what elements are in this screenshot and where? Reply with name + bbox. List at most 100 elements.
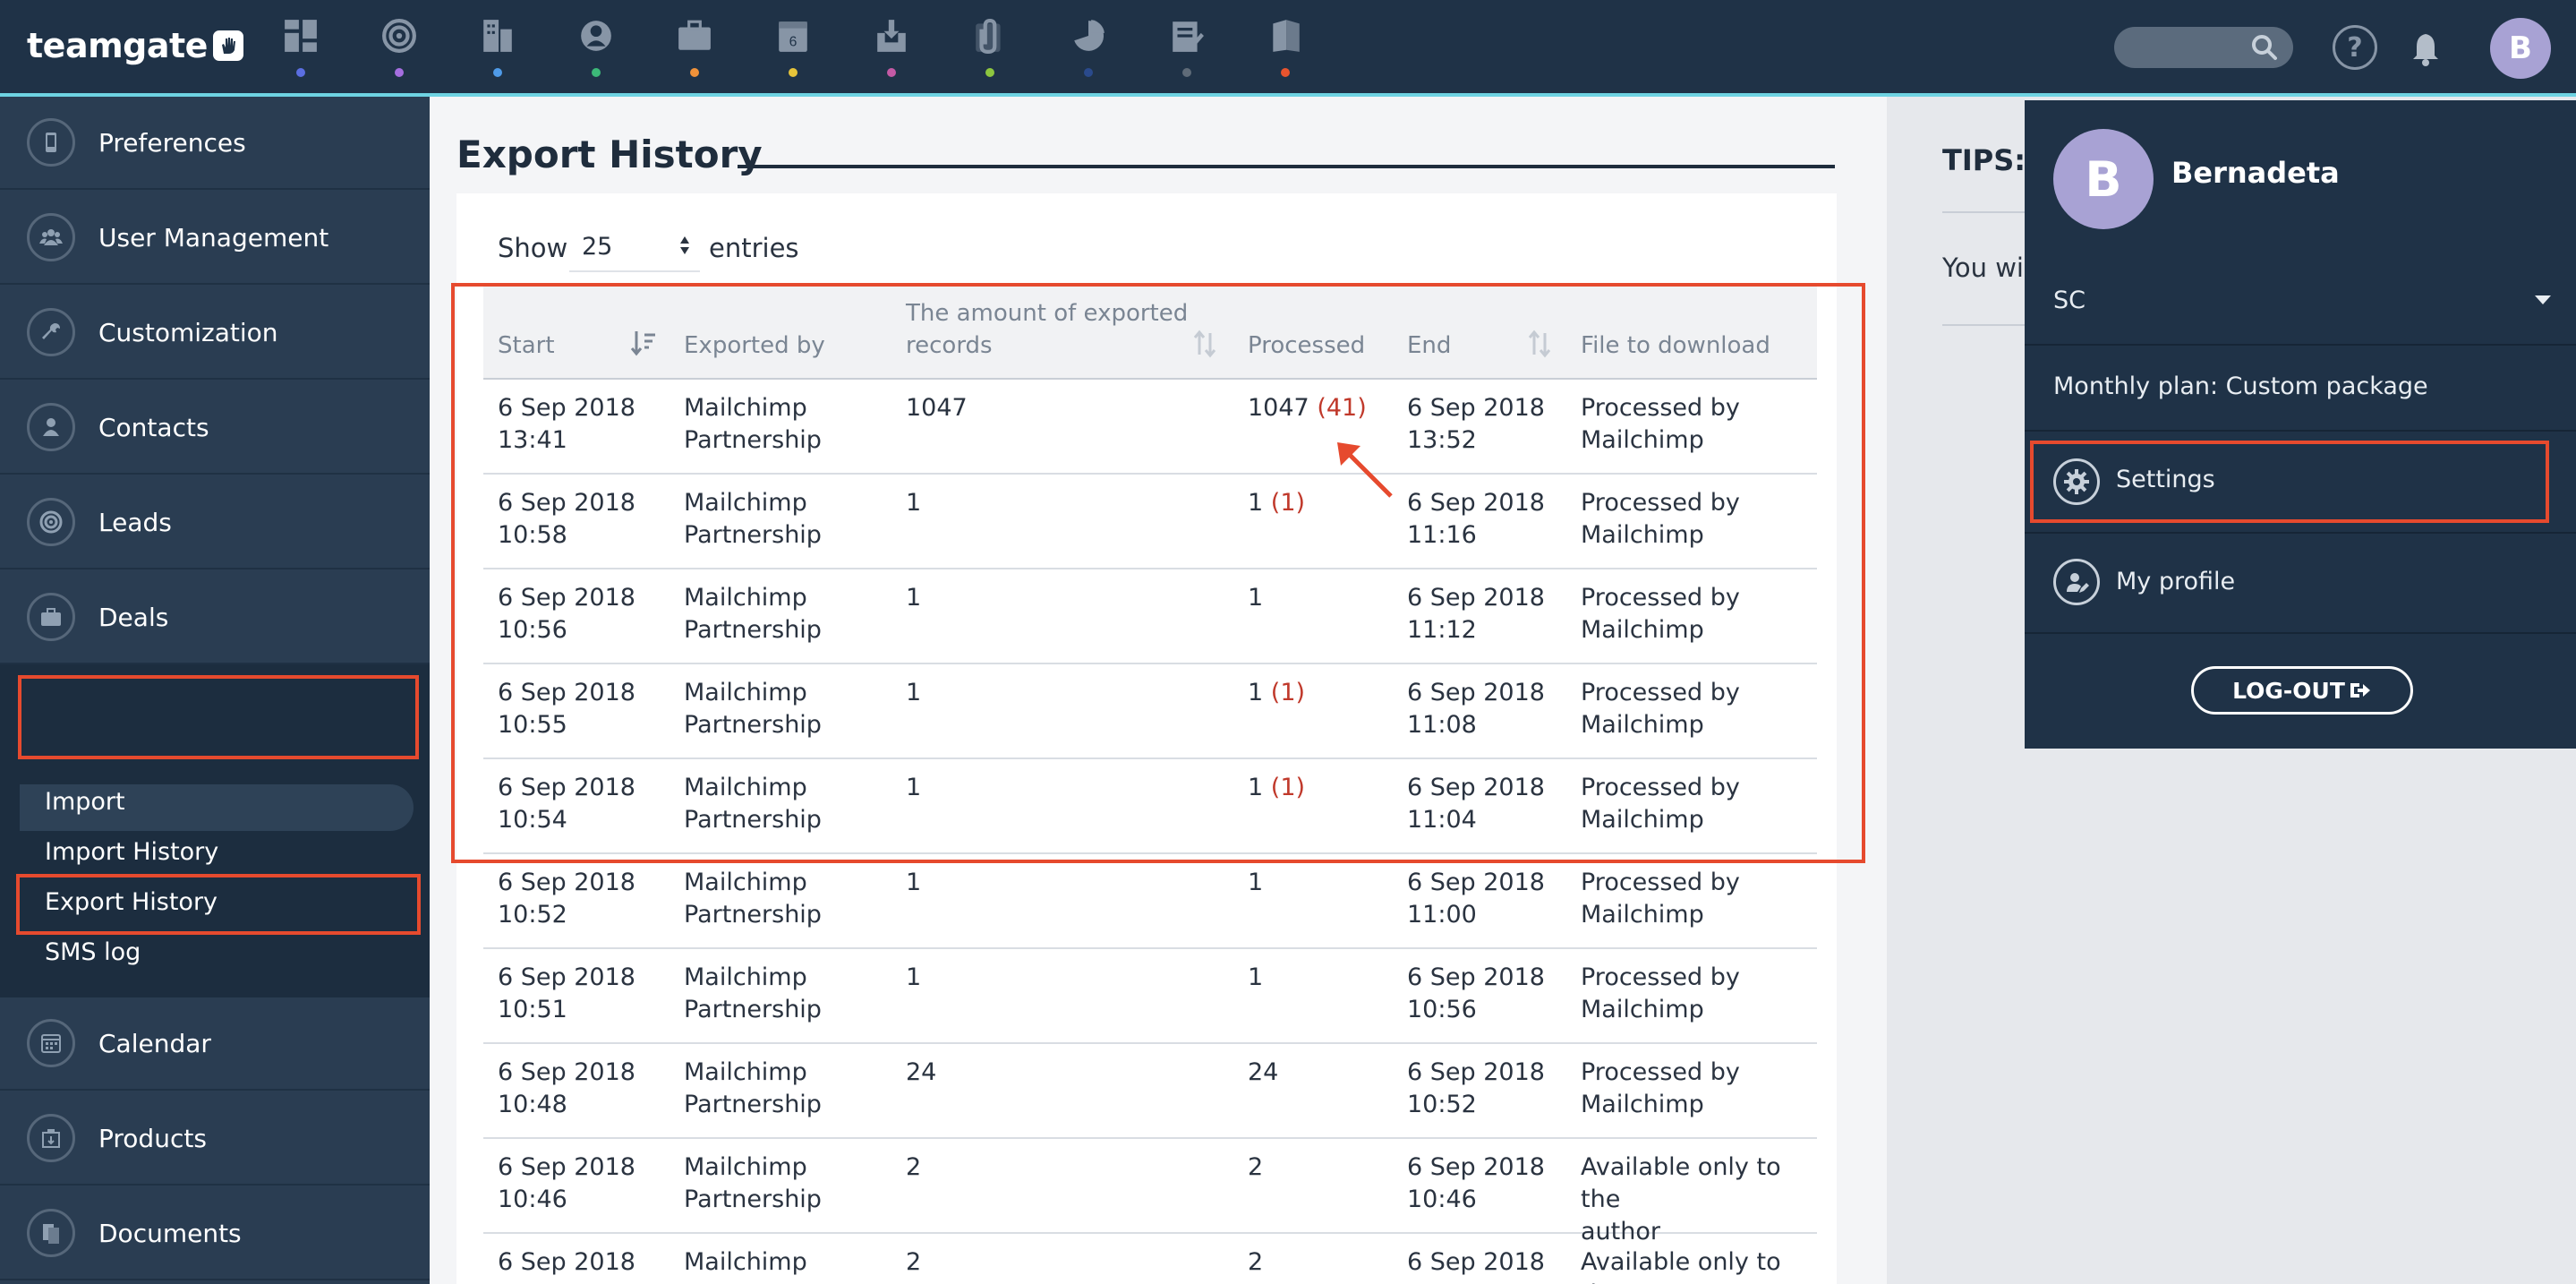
processed-count: 2 — [1248, 1153, 1264, 1181]
top-navigation-bar: teamgate 6 ? B — [0, 0, 2576, 97]
annotation-arrow-icon — [1337, 442, 1393, 498]
nav-indicator-dot — [690, 68, 699, 77]
cell-exported-by: Mailchimp Partnership — [684, 1057, 822, 1121]
submenu-item-import-history[interactable]: Import History — [45, 838, 218, 866]
cell-end: 6 Sep 2018 10:52 — [1407, 1057, 1545, 1121]
user-avatar[interactable]: B — [2490, 18, 2551, 79]
end-date: 6 Sep 2018 — [1407, 1058, 1545, 1086]
cell-amount: 2 — [906, 1153, 922, 1181]
file-status: Processed by — [1581, 869, 1740, 896]
cell-amount: 1 — [906, 963, 922, 991]
cell-start: 6 Sep 2018 10:51 — [498, 962, 635, 1026]
nav-briefcase[interactable] — [644, 0, 743, 93]
teamgate-logo[interactable]: teamgate — [27, 23, 243, 68]
cell-file: Processed by Mailchimp — [1581, 962, 1740, 1026]
start-date: 6 Sep 2018 — [498, 1058, 635, 1086]
file-status-line2: Mailchimp — [1581, 1091, 1704, 1118]
cell-end: 6 Sep 2018 10:56 — [1407, 962, 1545, 1026]
cell-exported-by: Mailchimp — [684, 1246, 807, 1279]
exporter-name-line2: Partnership — [684, 901, 822, 929]
table-row: 6 Sep 2018 10:46 Mailchimp Partnership 2 2 6 S… — [483, 1139, 1817, 1245]
show-label: Show — [498, 233, 568, 263]
sidebar-item-preferences[interactable]: Preferences — [0, 97, 430, 190]
person-icon — [27, 403, 75, 451]
submenu-item-import[interactable]: Import — [45, 788, 125, 816]
exporter-name: Mailchimp — [684, 1248, 807, 1276]
exporter-name: Mailchimp — [684, 963, 807, 991]
file-status: Available only to the — [1581, 1153, 1781, 1213]
nav-indicator-dot — [1281, 68, 1290, 77]
end-time: 10:52 — [1407, 1091, 1477, 1118]
processed-count: 24 — [1248, 1058, 1279, 1086]
sidebar-item-deals[interactable]: Deals — [0, 571, 430, 664]
help-icon[interactable]: ? — [2333, 25, 2377, 70]
sidebar-item-label: Contacts — [98, 412, 209, 442]
nav-calendar[interactable]: 6 — [743, 0, 841, 93]
nav-dashboard[interactable] — [251, 0, 349, 93]
nav-contact[interactable] — [546, 0, 644, 93]
exporter-name-line2: Partnership — [684, 996, 822, 1023]
start-time: 10:52 — [498, 901, 567, 929]
logout-label: LOG-OUT — [2232, 677, 2345, 704]
nav-buildings[interactable] — [448, 0, 546, 93]
table-row: 6 Sep 2018 10:48 Mailchimp Partnership 24 24 6… — [483, 1044, 1817, 1139]
nav-inbox-download[interactable] — [841, 0, 940, 93]
cell-processed: 2 — [1248, 1246, 1263, 1279]
nav-target[interactable] — [349, 0, 448, 93]
search-icon[interactable] — [2251, 34, 2278, 61]
sidebar-item-documents[interactable]: Documents — [0, 1187, 430, 1280]
nav-indicator-dot — [1084, 68, 1093, 77]
cell-file: Processed by Mailchimp — [1581, 867, 1740, 931]
nav-pie-chart[interactable] — [1038, 0, 1137, 93]
target-icon — [27, 498, 75, 546]
end-time: 10:56 — [1407, 996, 1477, 1023]
entries-value: 25 — [582, 233, 613, 261]
dropdown-avatar: B — [2053, 129, 2154, 229]
cell-amount: 2 — [906, 1248, 922, 1276]
exporter-name-line2: Partnership — [684, 1091, 822, 1118]
sidebar-item-contacts[interactable]: Contacts — [0, 381, 430, 475]
cell-processed: 1 — [1248, 867, 1263, 899]
annotation-box-export-history — [16, 874, 421, 935]
nav-paperclip[interactable] — [940, 0, 1038, 93]
nav-indicator-dot — [493, 68, 502, 77]
sidebar-item-label: Preferences — [98, 127, 246, 158]
logout-button[interactable]: LOG-OUT — [2191, 666, 2413, 715]
documents-icon — [27, 1209, 75, 1257]
sidebar-item-calendar[interactable]: Calendar — [0, 997, 430, 1091]
file-status: Available only to the — [1581, 1248, 1781, 1284]
start-time: 10:51 — [498, 996, 567, 1023]
end-date: 6 Sep 2018 — [1407, 1248, 1545, 1276]
nav-documents[interactable] — [1235, 0, 1334, 93]
file-status-line2: Mailchimp — [1581, 901, 1704, 929]
cell-amount: 1 — [906, 869, 922, 896]
table-row: 6 Sep 2018 Mailchimp 2 2 6 Sep 2018 Available… — [483, 1234, 1817, 1284]
cell-processed: 24 — [1248, 1057, 1278, 1089]
cell-exported-by: Mailchimp Partnership — [684, 1151, 822, 1216]
box-icon — [27, 1114, 75, 1162]
cell-processed: 2 — [1248, 1151, 1263, 1184]
profile-edit-icon[interactable] — [2053, 559, 2100, 605]
caret-down-icon[interactable] — [2533, 294, 2553, 306]
page-title: Export History — [456, 133, 763, 176]
my-profile-link[interactable]: My profile — [2116, 568, 2235, 595]
submenu-item-sms-log[interactable]: SMS log — [45, 938, 141, 966]
cell-end: 6 Sep 2018 — [1407, 1246, 1545, 1279]
sidebar-item-customization[interactable]: Customization — [0, 287, 430, 380]
dropdown-divider — [2025, 430, 2576, 432]
select-arrows-icon — [680, 236, 689, 254]
sidebar-item-label: Leads — [98, 507, 172, 537]
company-selector[interactable]: SC — [2053, 287, 2086, 314]
bell-icon[interactable] — [2410, 30, 2442, 66]
sidebar-item-products[interactable]: Products — [0, 1092, 430, 1186]
end-date: 6 Sep 2018 — [1407, 869, 1545, 896]
cell-end: 6 Sep 2018 10:46 — [1407, 1151, 1545, 1216]
nav-notes[interactable] — [1137, 0, 1235, 93]
annotation-box-data-migration — [18, 675, 419, 759]
sidebar-item-user-management[interactable]: User Management — [0, 192, 430, 285]
sidebar-item-leads[interactable]: Leads — [0, 476, 430, 569]
plan-text: Monthly plan: Custom package — [2053, 372, 2428, 400]
processed-count: 1 — [1248, 963, 1264, 991]
sidebar-item-label: Customization — [98, 317, 278, 347]
cell-end: 6 Sep 2018 11:00 — [1407, 867, 1545, 931]
